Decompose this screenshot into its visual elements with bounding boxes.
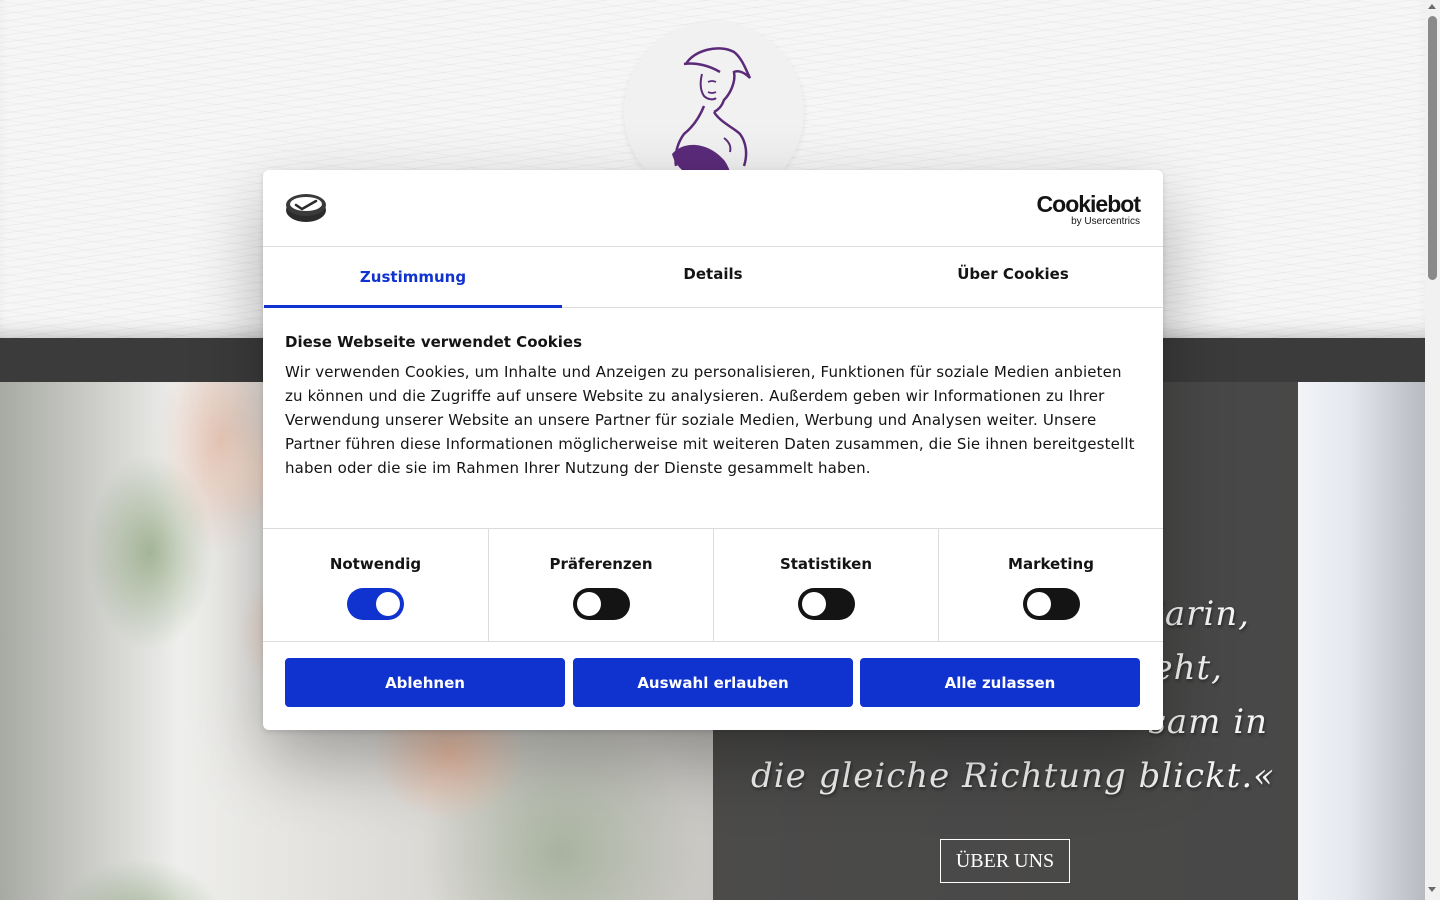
shirt-photo bbox=[1298, 382, 1425, 900]
toggle-notwendig[interactable] bbox=[347, 588, 404, 620]
dialog-header: Cookiebot by Usercentrics bbox=[263, 170, 1163, 247]
category-praeferenzen: Präferenzen bbox=[488, 529, 713, 642]
tab-ueber-cookies[interactable]: Über Cookies bbox=[863, 247, 1163, 307]
cookie-consent-dialog: Cookiebot by Usercentrics Zustimmung Det… bbox=[263, 170, 1163, 730]
category-marketing: Marketing bbox=[938, 529, 1163, 642]
cookiebot-wordmark: Cookiebot bbox=[1036, 191, 1141, 217]
consent-text: Wir verwenden Cookies, um Inhalte und An… bbox=[285, 363, 1135, 477]
toggle-knob bbox=[801, 592, 826, 616]
cookiebot-logo[interactable]: Cookiebot by Usercentrics bbox=[1036, 191, 1141, 228]
toggle-statistiken[interactable] bbox=[797, 588, 855, 620]
tab-details[interactable]: Details bbox=[563, 247, 863, 307]
category-label: Statistiken bbox=[779, 555, 873, 573]
cookie-categories: Notwendig Präferenzen Statistiken Market… bbox=[263, 528, 1163, 642]
scrollbar-thumb[interactable] bbox=[1428, 16, 1437, 280]
tab-zustimmung[interactable]: Zustimmung bbox=[263, 247, 563, 308]
toggle-knob bbox=[576, 592, 601, 616]
cookiebot-byline: by Usercentrics bbox=[1071, 216, 1140, 227]
toggle-knob bbox=[376, 592, 400, 616]
toggle-knob bbox=[1026, 592, 1051, 616]
consent-buttons: Ablehnen Auswahl erlauben Alle zulassen bbox=[285, 658, 1141, 707]
site-logo-icon bbox=[286, 194, 326, 222]
decline-button[interactable]: Ablehnen bbox=[285, 658, 565, 707]
consent-body: Diese Webseite verwendet Cookies Wir ver… bbox=[285, 331, 1141, 480]
about-us-button[interactable]: ÜBER UNS bbox=[940, 839, 1070, 883]
consent-title: Diese Webseite verwendet Cookies bbox=[285, 333, 583, 351]
toggle-praeferenzen[interactable] bbox=[572, 588, 630, 620]
allow-all-button[interactable]: Alle zulassen bbox=[860, 658, 1140, 707]
category-label: Präferenzen bbox=[549, 555, 653, 573]
dialog-tabs: Zustimmung Details Über Cookies bbox=[263, 247, 1163, 308]
category-label: Notwendig bbox=[329, 555, 422, 573]
category-label: Marketing bbox=[1008, 555, 1094, 573]
scroll-down-icon[interactable] bbox=[1428, 887, 1436, 892]
toggle-marketing[interactable] bbox=[1022, 588, 1080, 620]
scroll-up-icon[interactable] bbox=[1428, 4, 1436, 9]
category-notwendig: Notwendig bbox=[263, 529, 488, 642]
allow-selection-button[interactable]: Auswahl erlauben bbox=[573, 658, 853, 707]
category-statistiken: Statistiken bbox=[713, 529, 938, 642]
page-scrollbar[interactable] bbox=[1425, 0, 1440, 900]
quote-line-4: die gleiche Richtung blickt.« bbox=[751, 756, 1275, 796]
